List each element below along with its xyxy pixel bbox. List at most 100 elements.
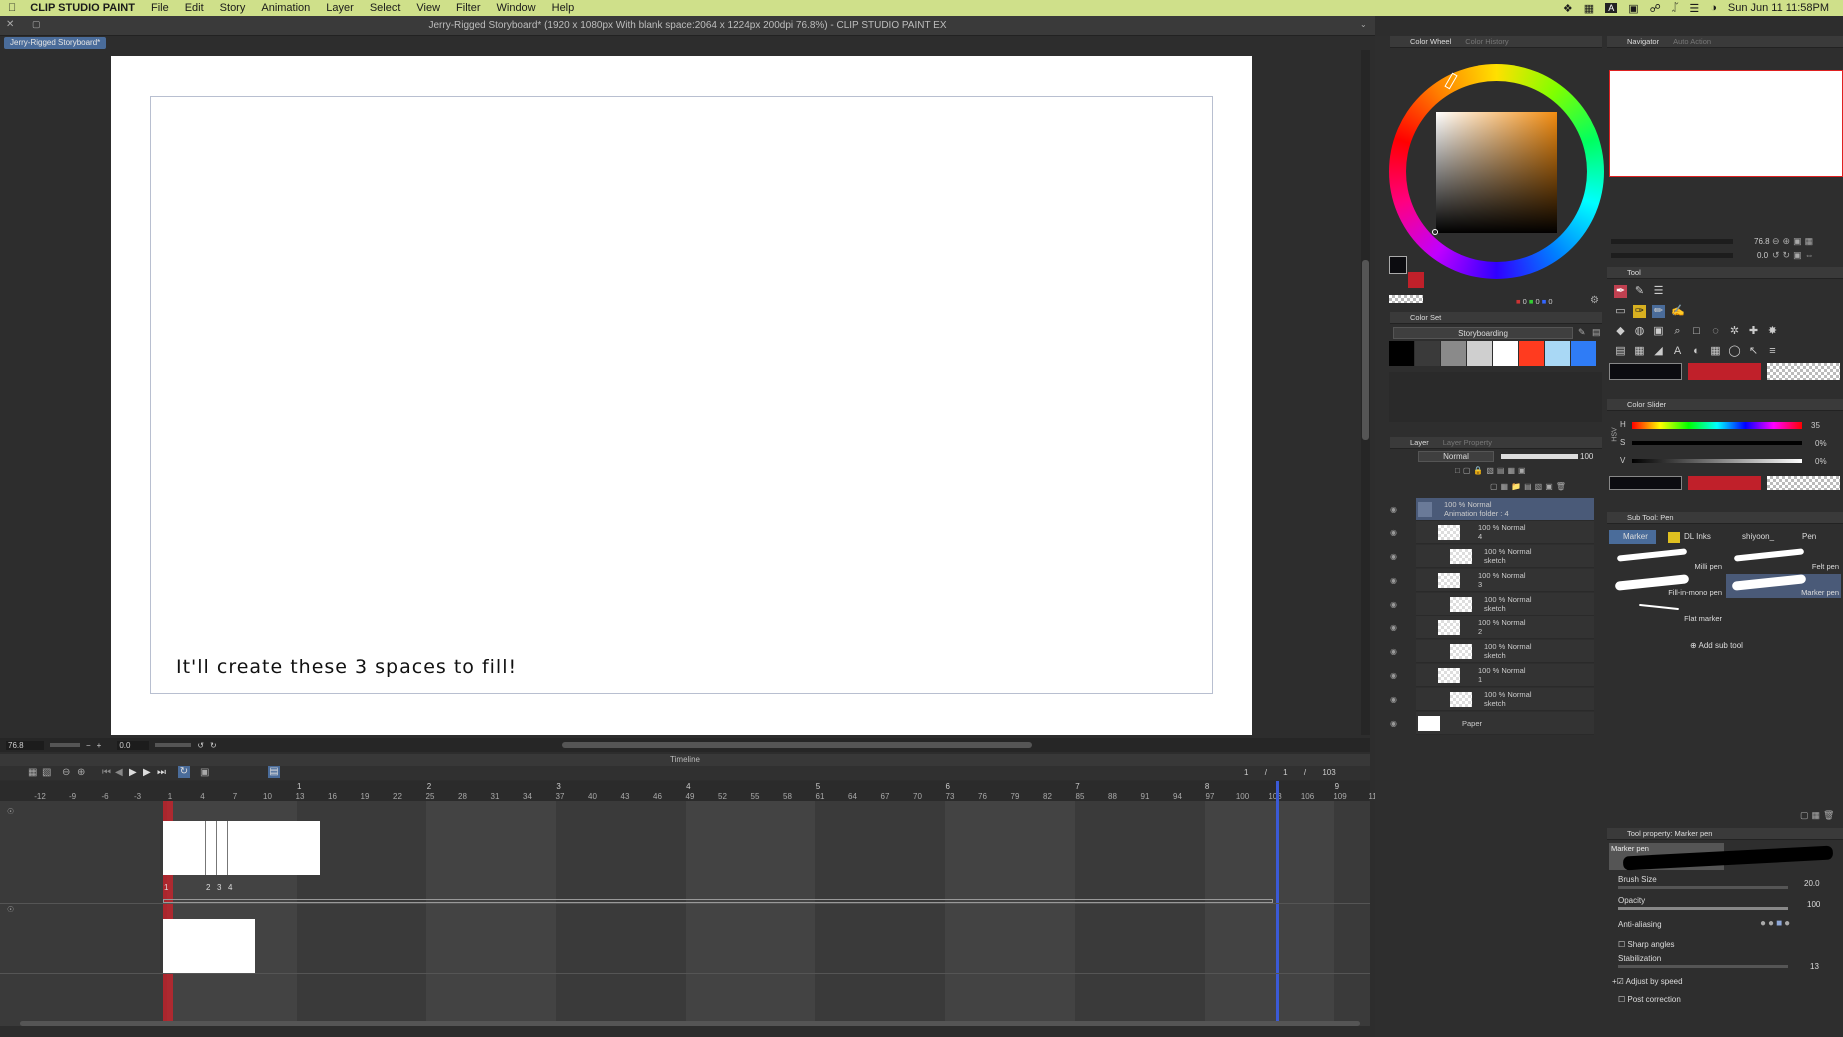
cursor-icon[interactable]: ↖ xyxy=(1747,345,1760,358)
menu-animation[interactable]: Animation xyxy=(253,2,318,14)
navigator-rotate-slider[interactable] xyxy=(1611,253,1733,258)
edit-color-set-icon[interactable]: ✎ xyxy=(1578,327,1586,338)
eye-icon[interactable]: ◉ xyxy=(1390,623,1400,632)
layer-row[interactable]: 100 % Normal sketch xyxy=(1416,545,1594,568)
menu-icon[interactable]: ☰ xyxy=(1652,285,1665,298)
add-sub-tool-button[interactable]: ⊕ Add sub tool xyxy=(1690,641,1743,650)
tool-sub-color[interactable] xyxy=(1688,363,1761,380)
zoom-out-icon[interactable]: ⊖ xyxy=(62,767,70,778)
layer-move-icon[interactable]: ▣ xyxy=(1652,325,1665,338)
brush-marker-pen[interactable]: Marker pen xyxy=(1726,574,1841,598)
stabilization-value[interactable]: 13 xyxy=(1810,962,1819,971)
saturation-slider[interactable] xyxy=(1632,441,1802,445)
layer-row[interactable]: 100 % Normal 2 xyxy=(1416,616,1594,639)
chevron-down-icon[interactable]: ⌄ xyxy=(1360,20,1367,29)
fill-icon[interactable]: ◆ xyxy=(1614,325,1627,338)
sub-color-chip[interactable] xyxy=(1408,272,1424,288)
wifi-icon[interactable]: ☰ xyxy=(1689,2,1699,15)
adjust-by-speed-checkbox[interactable]: +☑ xyxy=(1612,977,1624,986)
eye-icon[interactable]: ◉ xyxy=(1390,576,1400,585)
tab-color-slider[interactable]: Color Slider xyxy=(1627,400,1666,409)
saturation-value[interactable]: 0% xyxy=(1815,439,1827,448)
post-correction-checkbox[interactable]: ☐ xyxy=(1618,995,1625,1004)
tab-color-set[interactable]: Color Set xyxy=(1410,313,1441,322)
value-slider[interactable] xyxy=(1632,459,1802,463)
color-swatch[interactable] xyxy=(1389,341,1414,366)
apple-icon[interactable]:  xyxy=(0,2,24,14)
move-icon[interactable]: ✚ xyxy=(1747,325,1760,338)
text-icon[interactable]: A xyxy=(1671,345,1684,358)
sharp-angles-checkbox[interactable]: ☐ xyxy=(1618,940,1625,949)
rotate-right-icon[interactable]: ↻ xyxy=(210,741,217,750)
frame-start[interactable]: 1 xyxy=(1283,768,1287,777)
zoom-value[interactable]: 76.8 xyxy=(6,740,44,750)
menu-layer[interactable]: Layer xyxy=(318,2,362,14)
anti-aliasing-options[interactable]: ●●■● xyxy=(1760,918,1792,929)
last-frame-icon[interactable]: ⏭ xyxy=(157,767,166,778)
clock[interactable]: Sun Jun 11 11:58PM xyxy=(1728,2,1829,14)
layer-paper[interactable]: Paper xyxy=(1416,712,1594,735)
tab-layer[interactable]: Layer xyxy=(1410,438,1429,447)
prev-frame-icon[interactable]: ◀ xyxy=(115,767,123,778)
brush-icon[interactable]: ✒ xyxy=(1614,285,1627,298)
tool-main-color[interactable] xyxy=(1609,363,1682,380)
brush-flat-marker[interactable]: Flat marker xyxy=(1609,600,1724,624)
gradient-icon[interactable]: ◐ xyxy=(1690,345,1703,358)
document-tab[interactable]: Jerry-Rigged Storyboard* xyxy=(4,37,107,49)
frame-icon[interactable]: ▦ xyxy=(1633,345,1646,358)
menu-filter[interactable]: Filter xyxy=(448,2,488,14)
ruler-icon[interactable]: ▤ xyxy=(1614,345,1627,358)
eye-icon[interactable]: ◉ xyxy=(1390,695,1400,704)
layer-animation-folder[interactable]: 100 % Normal Animation folder : 4 xyxy=(1416,498,1594,521)
zoom-slider[interactable] xyxy=(50,743,80,747)
layer-row[interactable]: 100 % Normal sketch xyxy=(1416,593,1594,616)
airbrush-icon[interactable]: ✎ xyxy=(1633,285,1646,298)
lasso-icon[interactable]: ◌ xyxy=(1709,325,1722,338)
saturation-value-square[interactable] xyxy=(1436,112,1557,233)
menu-select[interactable]: Select xyxy=(362,2,409,14)
layer-row[interactable]: 100 % Normal sketch xyxy=(1416,640,1594,663)
balloon-icon[interactable]: ◯ xyxy=(1728,345,1741,358)
marker-icon[interactable]: ✏ xyxy=(1652,305,1665,318)
zoom-in-icon[interactable]: + xyxy=(97,741,102,750)
timeline-hscroll[interactable] xyxy=(20,1021,1360,1026)
eye-icon[interactable]: ☉ xyxy=(7,807,14,816)
color-swatch[interactable] xyxy=(1571,341,1596,366)
subtool-group-pen[interactable]: Pen xyxy=(1786,532,1816,541)
color-swatch[interactable] xyxy=(1519,341,1544,366)
eye-icon[interactable]: ◉ xyxy=(1390,528,1400,537)
layer-row[interactable]: 100 % Normal 1 xyxy=(1416,664,1594,687)
bluetooth-icon[interactable]: ᛢ xyxy=(1672,2,1679,14)
layer-row[interactable]: 100 % Normal 4 xyxy=(1416,521,1594,544)
color-swatch[interactable] xyxy=(1415,341,1440,366)
menu-file[interactable]: File xyxy=(143,2,177,14)
control-center-icon[interactable]: ◑ xyxy=(1710,2,1717,14)
cel-icon[interactable]: ▣ xyxy=(200,767,209,778)
eye-icon[interactable]: ◉ xyxy=(1390,552,1400,561)
dropbox-icon[interactable]: ❖ xyxy=(1563,2,1573,15)
color-settings-icon[interactable]: ⚙ xyxy=(1590,295,1599,306)
rotate-left-icon[interactable]: ↺ xyxy=(197,741,204,750)
color-set-menu-icon[interactable]: ▤ xyxy=(1592,327,1601,338)
layer-row[interactable]: 100 % Normal sketch xyxy=(1416,688,1594,711)
layer-row[interactable]: 100 % Normal 3 xyxy=(1416,569,1594,592)
animation-cel-1[interactable] xyxy=(163,821,320,875)
wand-icon[interactable]: ✸ xyxy=(1766,325,1779,338)
figure-icon[interactable]: ◢ xyxy=(1652,345,1665,358)
list-icon[interactable]: ≡ xyxy=(1766,345,1779,358)
selection-icon[interactable]: □ xyxy=(1690,325,1703,338)
zoom-in-icon[interactable]: ⊕ xyxy=(77,767,85,778)
menu-window[interactable]: Window xyxy=(489,2,544,14)
hue-slider[interactable] xyxy=(1632,422,1802,429)
stabilization-slider[interactable] xyxy=(1618,965,1788,968)
navigator-zoom-value[interactable]: 76.8 xyxy=(1754,237,1770,246)
grid-icon[interactable]: ▦ xyxy=(1709,345,1722,358)
app-menu[interactable]: CLIP STUDIO PAINT xyxy=(24,2,143,14)
blend-mode-select[interactable]: Normal xyxy=(1418,451,1494,462)
hue-value[interactable]: 35 xyxy=(1811,421,1820,430)
subtool-group-marker[interactable]: Marker xyxy=(1609,530,1656,544)
navigator-preview[interactable] xyxy=(1609,70,1843,177)
eraser-icon[interactable]: ▭ xyxy=(1614,305,1627,318)
onion-skin-icon[interactable]: ▤ xyxy=(268,766,280,778)
navigator-zoom-slider[interactable] xyxy=(1611,239,1733,244)
